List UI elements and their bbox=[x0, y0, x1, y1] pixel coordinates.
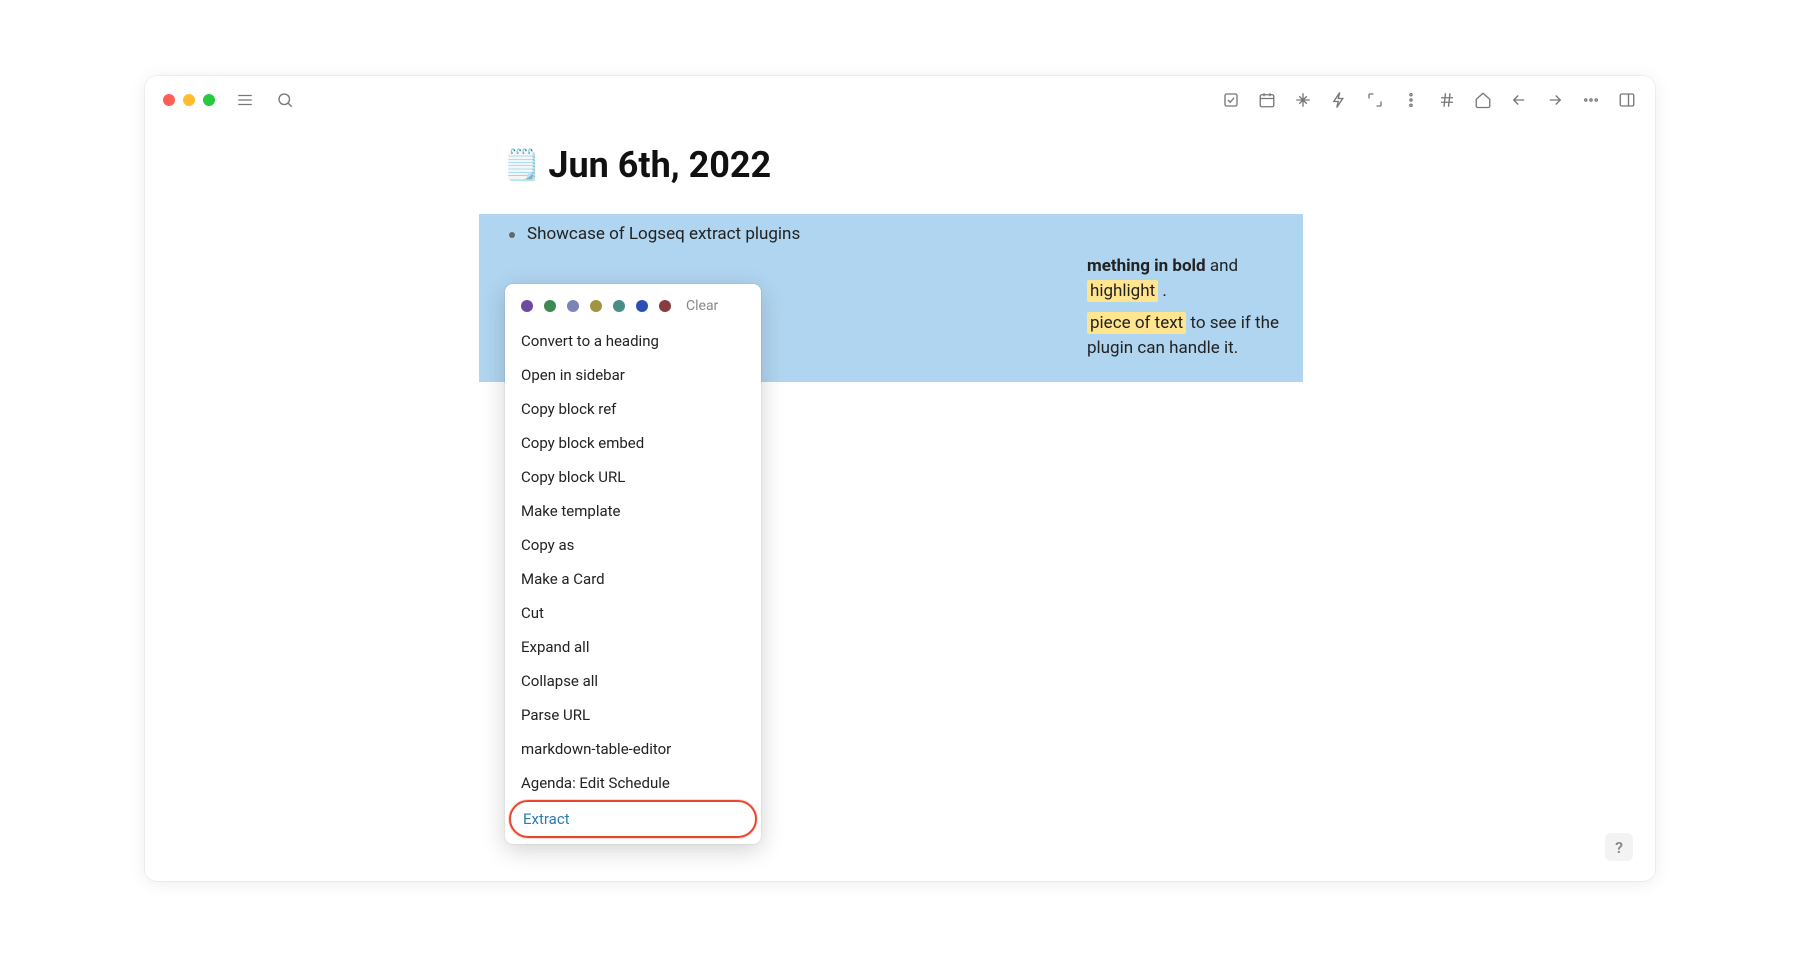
sidebar-toggle-icon[interactable] bbox=[1617, 90, 1637, 110]
page-title: 🗒️ Jun 6th, 2022 bbox=[503, 144, 1655, 186]
menu-item-collapse-all[interactable]: Collapse all bbox=[505, 664, 761, 698]
menu-item-copy-block-ref[interactable]: Copy block ref bbox=[505, 392, 761, 426]
block-main[interactable]: Showcase of Logseq extract plugins bbox=[479, 222, 1303, 248]
window-controls bbox=[163, 94, 215, 106]
menu-item-copy-block-embed[interactable]: Copy block embed bbox=[505, 426, 761, 460]
minimize-window-button[interactable] bbox=[183, 94, 195, 106]
clear-color-button[interactable]: Clear bbox=[686, 298, 718, 314]
back-icon[interactable] bbox=[1509, 90, 1529, 110]
hash-icon[interactable] bbox=[1437, 90, 1457, 110]
calendar-icon[interactable] bbox=[1257, 90, 1277, 110]
menu-icon[interactable] bbox=[235, 90, 255, 110]
highlight-text: highlight bbox=[1087, 280, 1158, 302]
app-window: 🗒️ Jun 6th, 2022 Showcase of Logseq extr… bbox=[145, 76, 1655, 881]
menu-item-make-card[interactable]: Make a Card bbox=[505, 562, 761, 596]
expand-icon[interactable] bbox=[1365, 90, 1385, 110]
help-button[interactable]: ? bbox=[1605, 833, 1633, 861]
menu-item-copy-block-url[interactable]: Copy block URL bbox=[505, 460, 761, 494]
menu-item-cut[interactable]: Cut bbox=[505, 596, 761, 630]
bold-text: mething in bold bbox=[1087, 256, 1206, 276]
page-title-text: Jun 6th, 2022 bbox=[548, 144, 771, 186]
page-content: 🗒️ Jun 6th, 2022 Showcase of Logseq extr… bbox=[145, 124, 1655, 382]
search-icon[interactable] bbox=[275, 90, 295, 110]
menu-item-expand-all[interactable]: Expand all bbox=[505, 630, 761, 664]
menu-item-parse-url[interactable]: Parse URL bbox=[505, 698, 761, 732]
color-option-1[interactable] bbox=[521, 300, 533, 312]
context-menu: Clear Convert to a heading Open in sideb… bbox=[505, 284, 761, 844]
maximize-window-button[interactable] bbox=[203, 94, 215, 106]
more-vertical-icon[interactable] bbox=[1401, 90, 1421, 110]
color-picker-row: Clear bbox=[505, 294, 761, 324]
menu-item-make-template[interactable]: Make template bbox=[505, 494, 761, 528]
home-icon[interactable] bbox=[1473, 90, 1493, 110]
color-option-2[interactable] bbox=[544, 300, 556, 312]
highlight-text-2: piece of text bbox=[1087, 312, 1186, 334]
forward-icon[interactable] bbox=[1545, 90, 1565, 110]
todo-icon[interactable] bbox=[1221, 90, 1241, 110]
color-option-3[interactable] bbox=[567, 300, 579, 312]
menu-item-agenda-edit[interactable]: Agenda: Edit Schedule bbox=[505, 766, 761, 800]
page-emoji: 🗒️ bbox=[503, 148, 540, 183]
flash-icon[interactable] bbox=[1329, 90, 1349, 110]
color-option-4[interactable] bbox=[590, 300, 602, 312]
menu-item-extract[interactable]: Extract bbox=[509, 800, 757, 838]
menu-item-copy-as[interactable]: Copy as bbox=[505, 528, 761, 562]
menu-item-convert-heading[interactable]: Convert to a heading bbox=[505, 324, 761, 358]
bullet-icon[interactable] bbox=[509, 232, 515, 238]
plugin-icon[interactable] bbox=[1293, 90, 1313, 110]
close-window-button[interactable] bbox=[163, 94, 175, 106]
block-text: Showcase of Logseq extract plugins bbox=[527, 222, 800, 248]
titlebar bbox=[145, 76, 1655, 124]
color-option-7[interactable] bbox=[659, 300, 671, 312]
color-option-5[interactable] bbox=[613, 300, 625, 312]
menu-item-markdown-table-editor[interactable]: markdown-table-editor bbox=[505, 732, 761, 766]
menu-item-open-sidebar[interactable]: Open in sidebar bbox=[505, 358, 761, 392]
color-option-6[interactable] bbox=[636, 300, 648, 312]
toolbar-right bbox=[1221, 90, 1637, 110]
more-horizontal-icon[interactable] bbox=[1581, 90, 1601, 110]
